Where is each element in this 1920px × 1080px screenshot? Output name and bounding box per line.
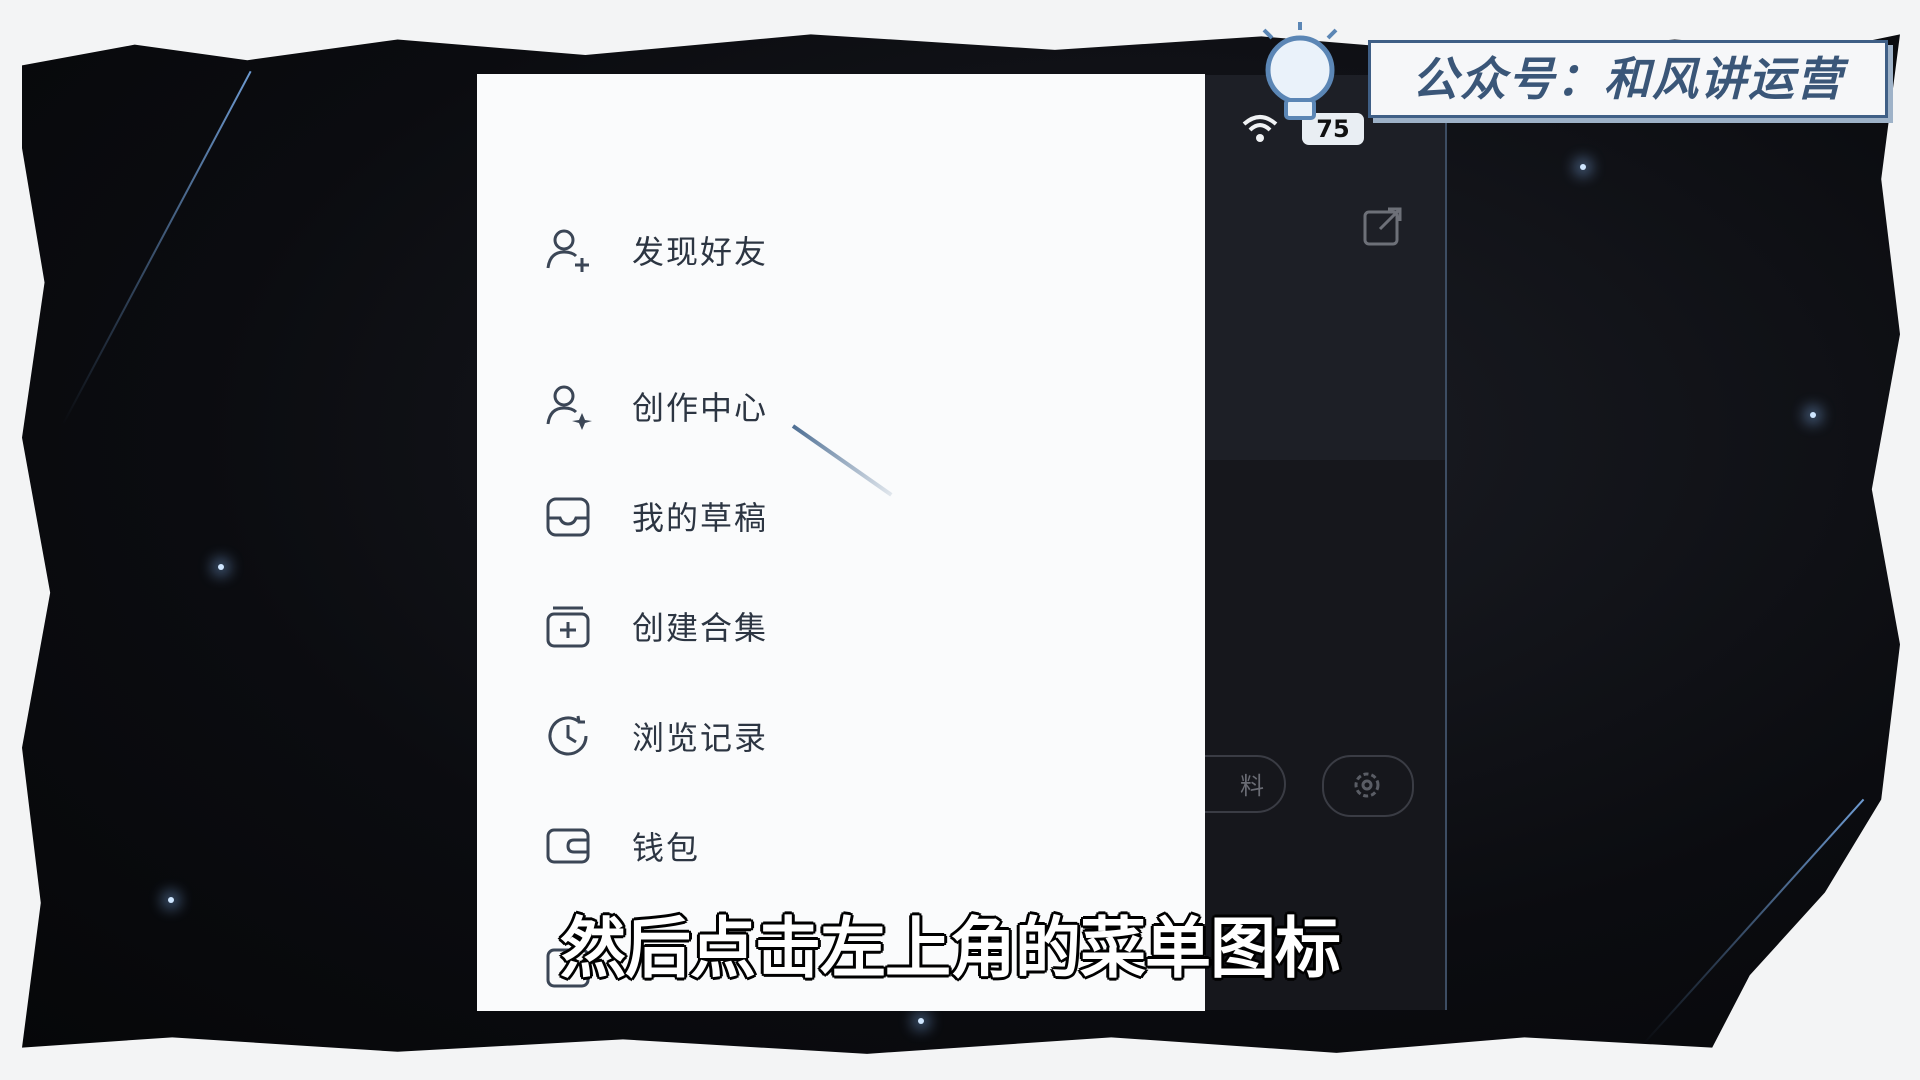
menu-item-label: 浏览记录 [632, 719, 769, 757]
video-subtitle: 然后点击左上角的菜单图标 [560, 910, 1341, 987]
star [1580, 164, 1586, 170]
star [918, 1018, 924, 1024]
menu-item-label: 发现好友 [632, 233, 769, 271]
profile-page-background [1185, 75, 1447, 1010]
brand-watermark: 公众号：和风讲运营 [1368, 40, 1888, 118]
create-collection-icon [546, 606, 590, 648]
add-friend-icon [546, 229, 589, 272]
light-streak [1642, 798, 1865, 1046]
star [218, 564, 224, 570]
settings-button[interactable] [1322, 755, 1414, 817]
menu-item-wallet[interactable]: 钱包 [542, 816, 700, 876]
creator-center-icon [546, 385, 592, 430]
menu-item-label: 我的草稿 [632, 499, 769, 537]
star [168, 897, 174, 903]
star [1810, 412, 1816, 418]
menu-item-history[interactable]: 浏览记录 [542, 706, 768, 766]
gear-icon [1354, 772, 1380, 798]
brand-label: 公众号：和风讲运营 [1412, 52, 1844, 106]
menu-item-create-collection[interactable]: 创建合集 [542, 596, 768, 656]
share-icon[interactable] [1362, 205, 1404, 247]
wallet-icon [546, 828, 590, 864]
menu-item-label: 创作中心 [632, 389, 769, 427]
lightbulb-icon [1262, 22, 1338, 120]
menu-item-label: 创建合集 [632, 609, 769, 647]
light-streak [62, 70, 252, 425]
menu-item-find-friends[interactable]: 发现好友 [542, 220, 768, 280]
side-drawer-menu: 发现好友 创作中心 我的草稿 创建合集 浏览记录 钱包 [477, 74, 1205, 1011]
drafts-icon [546, 497, 590, 537]
history-icon [548, 715, 588, 756]
menu-item-creator-center[interactable]: 创作中心 [542, 376, 768, 436]
menu-item-drafts[interactable]: 我的草稿 [542, 486, 768, 546]
menu-item-label: 钱包 [632, 829, 701, 867]
